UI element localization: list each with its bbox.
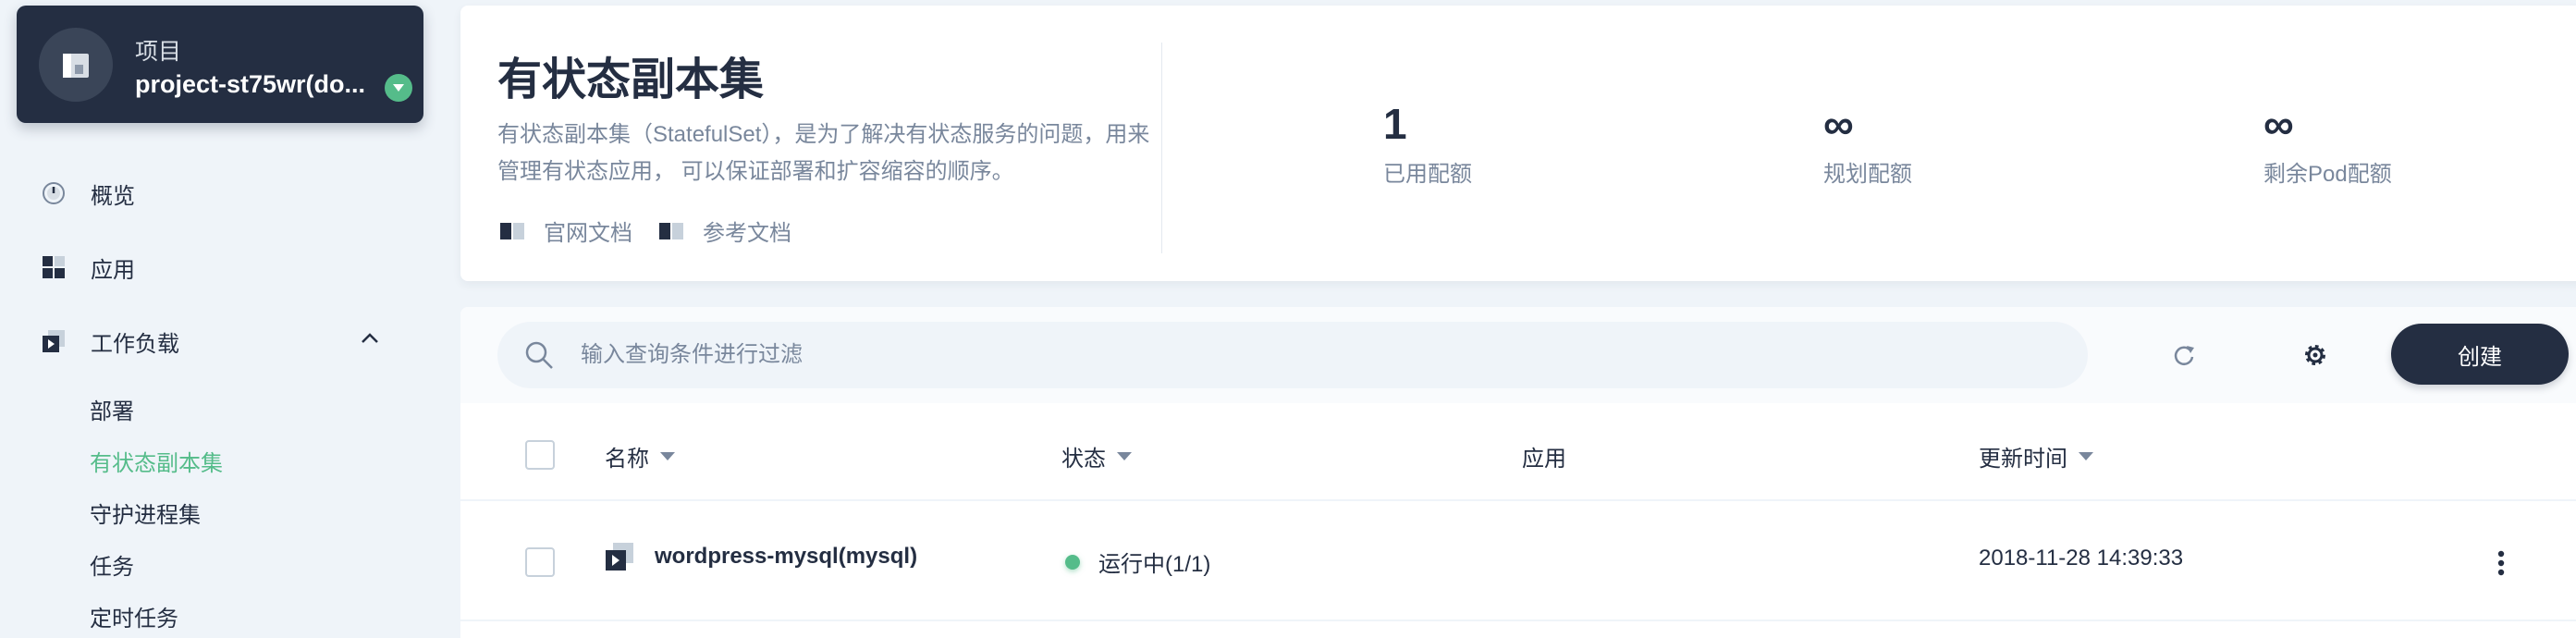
sidebar: 项目 project-st75wr(do... 概览 应用 工作负载 部署 有状… [0,0,442,638]
column-name-label: 名称 [605,447,649,472]
nav-label-overview: 概览 [91,183,135,209]
row-name[interactable]: wordpress-mysql(mysql) [655,544,917,570]
nav-item-workloads[interactable]: 工作负载 [41,323,179,360]
dashboard-icon [41,180,67,206]
gear-icon[interactable] [2297,337,2334,374]
quota-remaining: ∞ 剩余Pod配额 [2263,98,2392,188]
sidebar-item-cronjobs[interactable]: 定时任务 [90,600,178,632]
select-all-checkbox[interactable] [525,440,555,470]
sort-caret-icon [1117,452,1132,460]
sort-caret-icon [660,452,675,460]
quota-used-value: 1 [1383,100,1407,148]
page-title: 有状态副本集 [497,55,765,104]
search-bar[interactable] [497,322,2088,388]
book-icon [658,220,684,242]
reference-docs-label: 参考文档 [703,221,791,246]
search-input[interactable] [581,342,1968,368]
column-updated[interactable]: 更新时间 [1979,440,2093,472]
search-icon [523,339,555,371]
statefulset-table: 创建 名称 状态 应用 更新时间 [460,307,2576,638]
table-toolbar: 创建 [460,307,2576,403]
table-row[interactable]: wordpress-mysql(mysql) 运行中(1/1) 2018-11-… [460,503,2576,621]
nav-label-workloads: 工作负载 [91,331,179,357]
column-updated-label: 更新时间 [1979,447,2067,472]
apps-icon [41,254,67,280]
sidebar-item-jobs[interactable]: 任务 [90,548,134,581]
page-header: 有状态副本集 有状态副本集（StatefulSet），是为了解决有状态服务的问题… [460,6,2576,281]
chevron-down-icon[interactable] [385,74,412,102]
nav-item-overview[interactable]: 概览 [41,175,135,212]
row-checkbox[interactable] [525,547,555,577]
statefulset-icon [605,542,634,571]
row-updated: 2018-11-28 14:39:33 [1979,546,2184,571]
column-name[interactable]: 名称 [605,440,675,472]
table-header: 名称 状态 应用 更新时间 [460,403,2576,501]
create-button[interactable]: 创建 [2391,324,2569,385]
sidebar-item-daemonsets[interactable]: 守护进程集 [90,497,201,529]
column-app: 应用 [1522,440,1566,472]
quota-remaining-value: ∞ [2263,100,2294,148]
official-docs-label: 官网文档 [544,221,632,246]
official-docs-link[interactable]: 官网文档 [499,215,632,247]
project-selector[interactable]: 项目 project-st75wr(do... [17,6,423,123]
quota-used-label: 已用配额 [1383,162,1472,187]
column-app-label: 应用 [1522,447,1566,472]
row-name-cell[interactable]: wordpress-mysql(mysql) [605,542,917,571]
header-divider [1161,43,1162,253]
reference-docs-link[interactable]: 参考文档 [658,215,791,247]
quota-planned-label: 规划配额 [1823,162,1912,187]
more-vertical-icon[interactable] [2485,547,2517,579]
book-icon [499,220,525,242]
project-label: 项目 [135,39,182,65]
nav-label-apps: 应用 [91,257,135,283]
nav-item-apps[interactable]: 应用 [41,249,135,286]
quota-planned: ∞ 规划配额 [1823,98,1912,188]
quota-remaining-label: 剩余Pod配额 [2263,162,2392,187]
row-status: 运行中(1/1) [1098,552,1211,577]
chevron-up-icon[interactable] [357,325,383,351]
sort-caret-icon [2079,452,2093,460]
column-status[interactable]: 状态 [1061,440,1132,472]
project-name: project-st75wr(do... [135,70,366,98]
column-status-label: 状态 [1061,447,1106,472]
page-description: 有状态副本集（StatefulSet），是为了解决有状态服务的问题，用来管理有状… [497,122,1150,184]
quota-used: 1 已用配额 [1383,98,1472,188]
project-icon [39,28,113,102]
sidebar-item-statefulsets[interactable]: 有状态副本集 [90,445,223,477]
workload-icon [41,328,67,354]
sidebar-item-deployments[interactable]: 部署 [90,393,134,425]
status-dot-icon [1065,554,1080,570]
quota-planned-value: ∞ [1823,100,1854,148]
refresh-icon[interactable] [2165,337,2202,374]
row-status-cell: 运行中(1/1) [1065,546,1210,578]
